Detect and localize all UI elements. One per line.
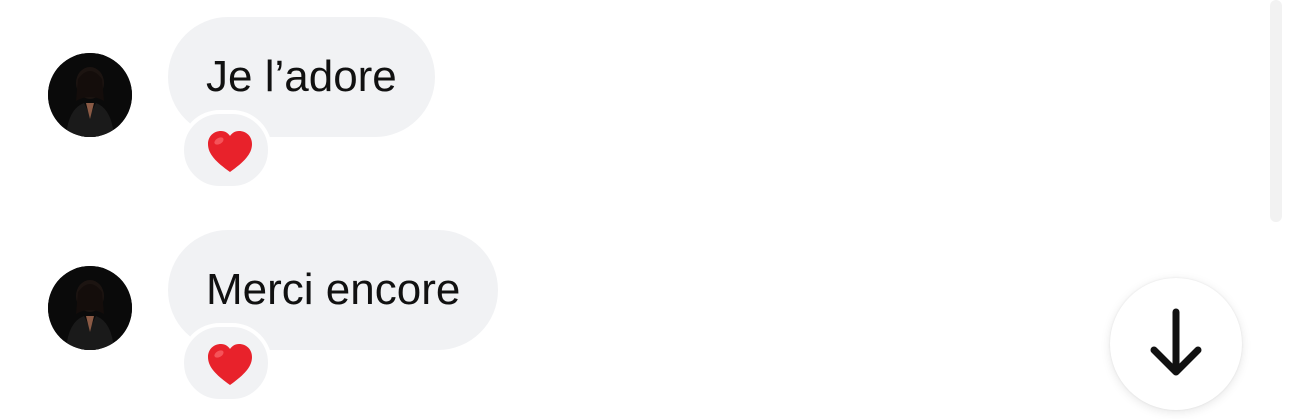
scroll-to-bottom-button[interactable] (1110, 278, 1242, 410)
heart-icon (208, 131, 252, 172)
message-text: Je l’adore (206, 52, 397, 101)
scrollbar[interactable] (1270, 0, 1282, 222)
heart-icon (208, 344, 252, 385)
sender-avatar[interactable] (48, 266, 132, 350)
message-row: Merci encore ❤️ (0, 213, 1100, 413)
chat-thread: Je l’adore ❤️ Merci encore ❤️ (0, 0, 1290, 419)
message-row: Je l’adore ❤️ (0, 0, 1100, 200)
reaction-badge[interactable]: ❤️ (180, 110, 272, 190)
sender-avatar[interactable] (48, 53, 132, 137)
message-text: Merci encore (206, 265, 461, 314)
avatar-photo-icon (48, 266, 132, 350)
arrow-down-icon (1150, 308, 1202, 376)
avatar-photo-icon (48, 53, 132, 137)
reaction-badge[interactable]: ❤️ (180, 323, 272, 403)
